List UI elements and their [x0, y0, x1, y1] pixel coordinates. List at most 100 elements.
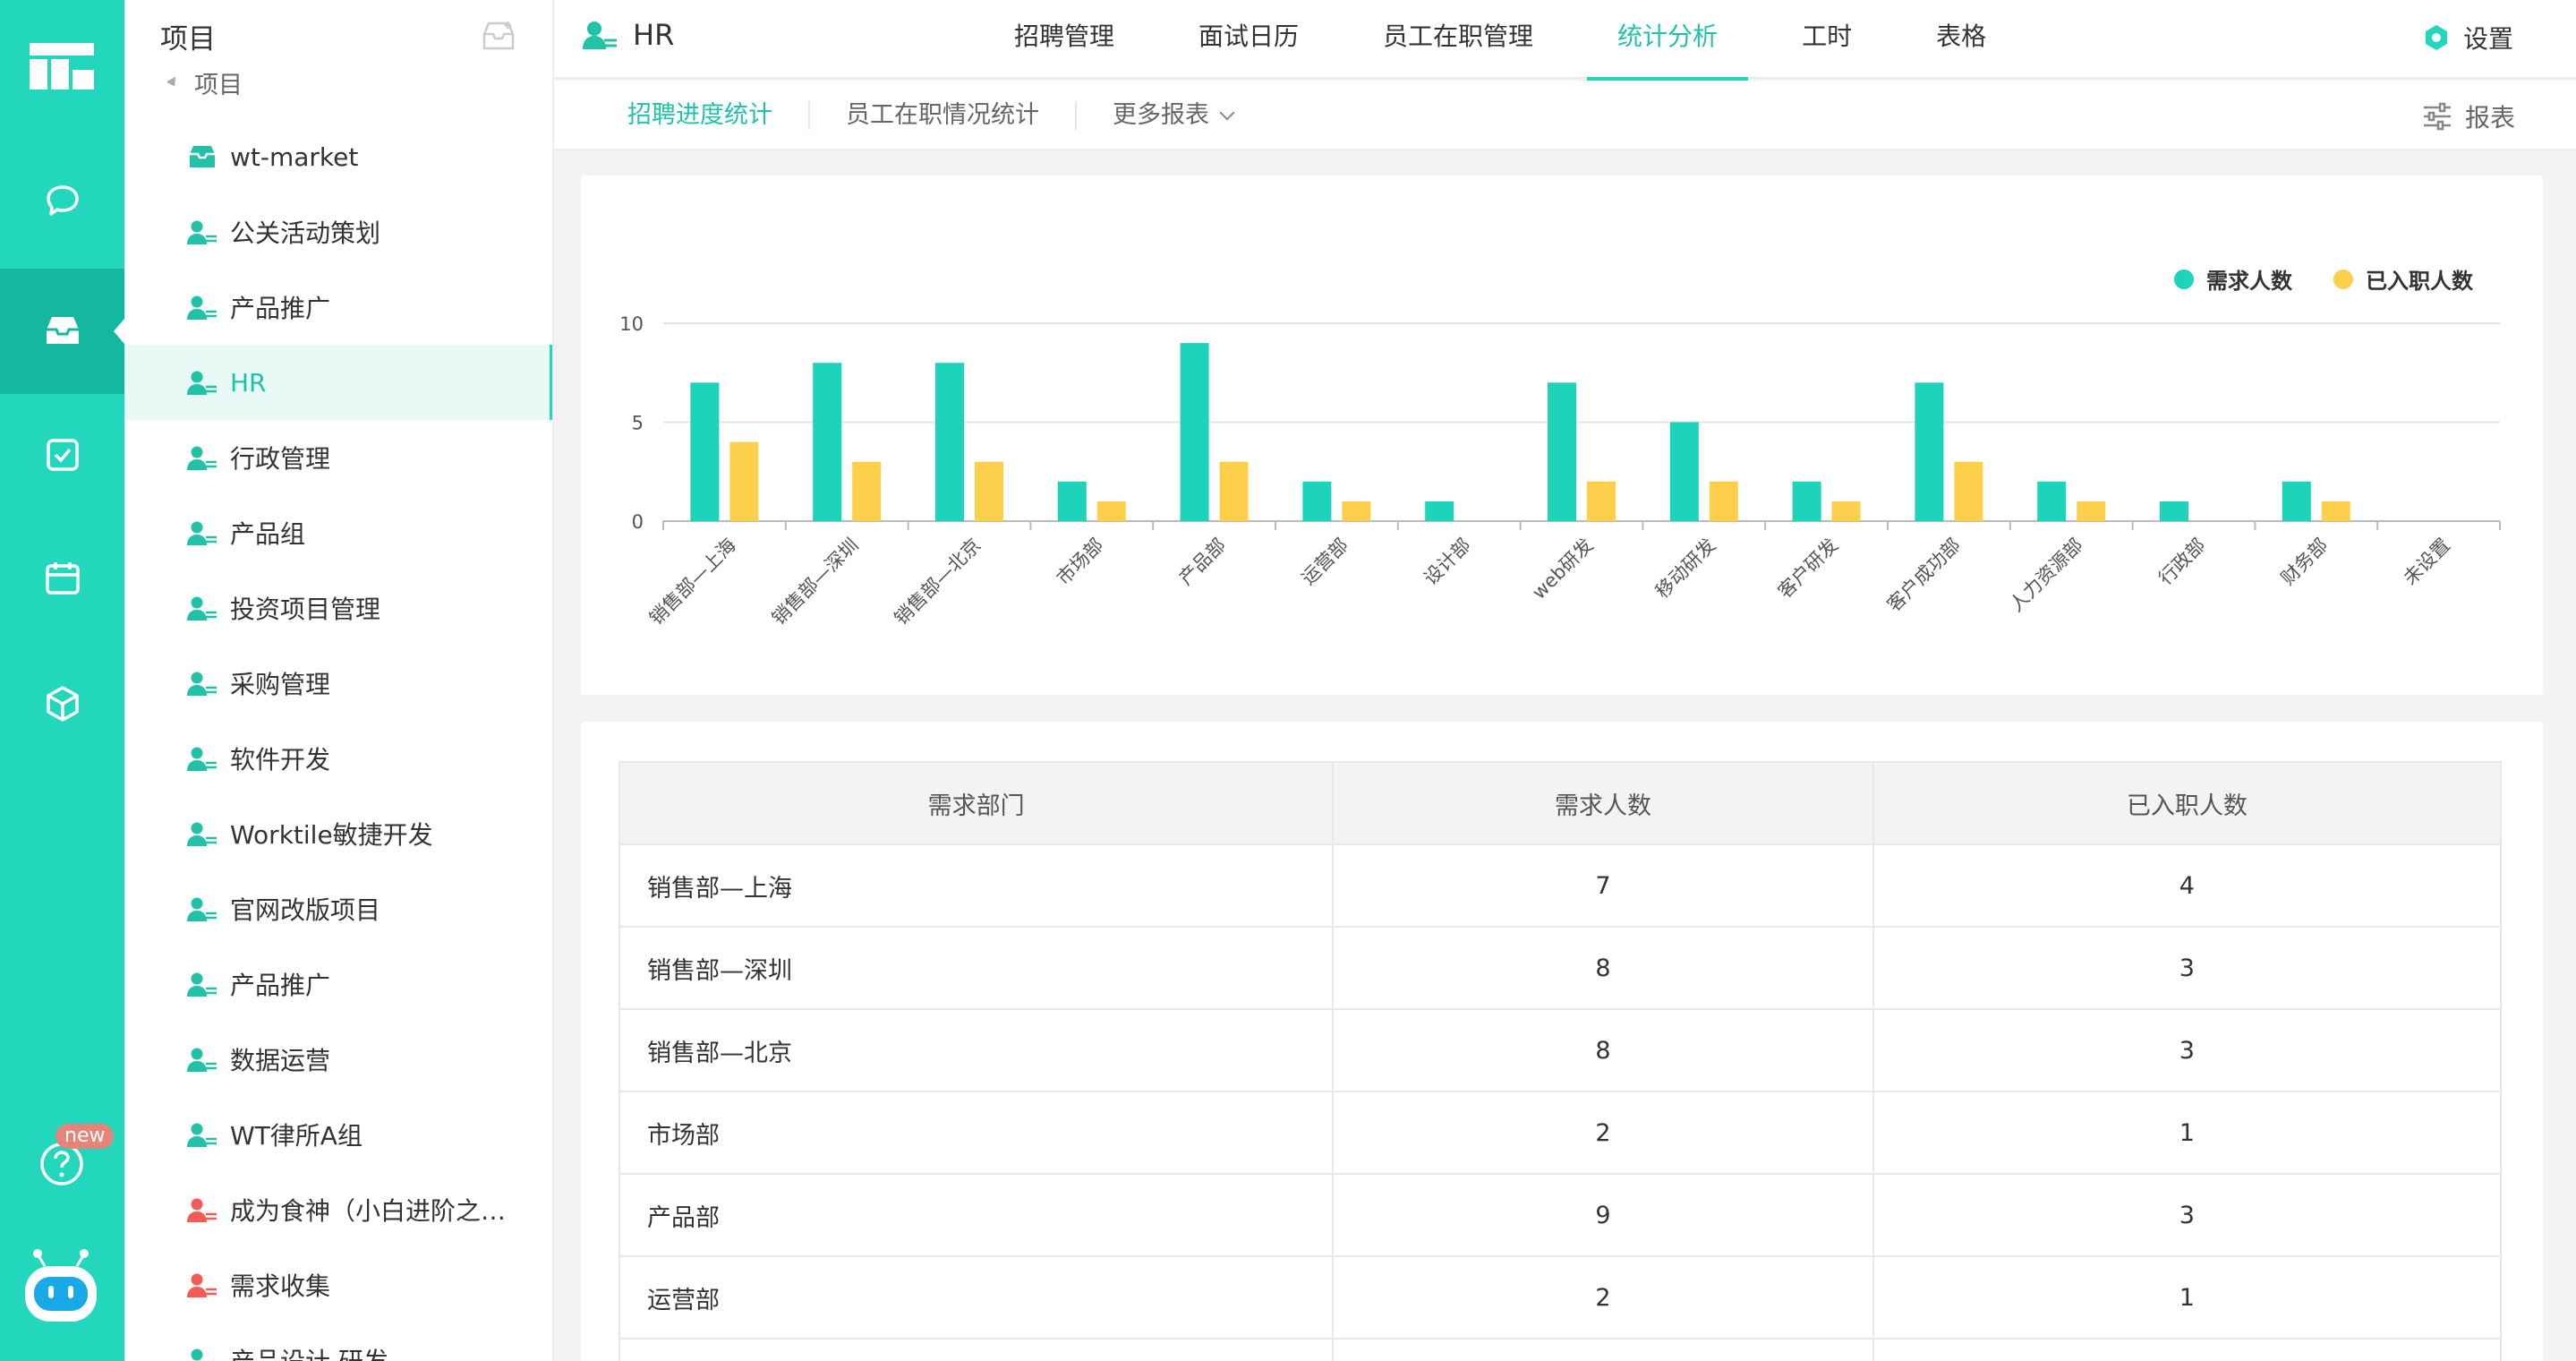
settings-label: 设置 — [2462, 24, 2513, 54]
sidebar-project-item[interactable]: 采购管理 — [124, 646, 552, 721]
column-header-hired: 已入职人数 — [1872, 761, 2503, 845]
sidebar-project-label: 产品组 — [230, 519, 306, 549]
cell-demand: 2 — [1332, 1255, 1874, 1340]
user-project-icon — [187, 672, 217, 696]
bar-hired — [2077, 501, 2106, 521]
main-tabs: 招聘管理 面试日历 员工在职管理 统计分析 工时 表格 — [984, 0, 2040, 81]
user-project-icon — [187, 220, 217, 244]
sidebar-project-item[interactable]: 产品推广 — [124, 946, 552, 1022]
project-list: wt-market 公关活动策划 产品推广 HR 行政管理 产品组 投资项目管理 采购管理 软件… — [124, 119, 552, 1361]
cell-dept: 市场部 — [618, 1091, 1335, 1175]
subtab-more-reports[interactable]: 更多报表 — [1077, 101, 1268, 130]
sidebar-project-item[interactable]: 投资项目管理 — [124, 570, 552, 646]
chart-card: 需求人数 已入职人数 0 5 10 销售部—上海 销售部—深圳 销售部—北京 市场部 产品部运… — [581, 175, 2543, 695]
sidebar-project-item[interactable]: 产品组 — [124, 495, 552, 570]
sidebar-project-label: Worktile敏捷开发 — [230, 820, 433, 850]
subtab-recruit-progress[interactable]: 招聘进度统计 — [627, 101, 810, 130]
sidebar-project-label: WT律所A组 — [230, 1121, 363, 1151]
bar-demand — [935, 363, 964, 521]
x-tick-label: 未设置 — [2400, 535, 2455, 590]
report-label: 报表 — [2464, 103, 2515, 133]
table-header-row: 需求部门 需求人数 已入职人数 — [618, 761, 2503, 845]
x-tick-label: 销售部—上海 — [645, 535, 740, 629]
hexagon-settings-icon — [2425, 25, 2447, 50]
bar-hired — [1096, 501, 1126, 521]
sidebar-project-label: 投资项目管理 — [230, 595, 381, 624]
rail-tasks[interactable] — [0, 392, 124, 518]
cell-dept: 运营部 — [618, 1255, 1335, 1340]
sidebar-project-item[interactable]: 软件开发 — [124, 721, 552, 796]
y-tick-label: 5 — [632, 413, 644, 434]
calendar-icon — [45, 562, 80, 595]
table-row: 产品部 9 3 — [618, 1173, 2503, 1257]
x-tick-label: 销售部—北京 — [890, 535, 985, 629]
report-button[interactable]: 报表 — [2422, 98, 2515, 134]
x-tick-label: web研发 — [1528, 535, 1597, 603]
cell-dept: 销售部—深圳 — [618, 926, 1335, 1010]
app-logo-icon[interactable] — [30, 43, 94, 90]
main-tab[interactable]: 表格 — [1906, 0, 2017, 79]
rail-apps[interactable] — [0, 641, 124, 766]
main-tab[interactable]: 面试日历 — [1168, 0, 1329, 79]
sidebar-project-label: 需求收集 — [230, 1271, 331, 1301]
sidebar-project-item[interactable]: WT律所A组 — [124, 1097, 552, 1172]
cell-demand: 8 — [1332, 926, 1874, 1010]
sidebar-project-item[interactable]: 需求收集 — [124, 1247, 552, 1322]
cell-hired: 4 — [1872, 843, 2503, 928]
robot-assistant-icon[interactable] — [20, 1245, 102, 1327]
user-project-icon — [187, 747, 217, 771]
user-project-icon — [187, 822, 217, 846]
cell-dept: 产品部 — [618, 1173, 1335, 1257]
rail-messages[interactable] — [0, 140, 124, 265]
bar-demand — [813, 363, 842, 521]
project-sidebar: 项目 项目 wt-market 公关活动策划 产品推广 HR 行政管理 产品组 投资项目管理… — [124, 0, 554, 1361]
main-tab[interactable]: 员工在职管理 — [1352, 0, 1564, 79]
inbox-icon — [46, 317, 79, 344]
recruit-table: 需求部门 需求人数 已入职人数 销售部—上海 7 4 销售部—深圳 8 3 销售部—北京 8 3… — [618, 761, 2503, 1361]
main-tab[interactable]: 统计分析 — [1587, 0, 1749, 81]
user-project-icon — [187, 446, 217, 470]
user-project-icon — [187, 897, 217, 921]
sidebar-project-item[interactable]: 官网改版项目 — [124, 871, 552, 946]
sidebar-project-label: 产品推广 — [230, 294, 331, 323]
sidebar-project-label: 采购管理 — [230, 670, 331, 699]
sub-nav: 招聘进度统计 员工在职情况统计 更多报表 报表 — [554, 81, 2576, 150]
sidebar-project-item[interactable]: 数据运营 — [124, 1022, 552, 1097]
sidebar-project-item[interactable]: 产品推广 — [124, 270, 552, 345]
bar-hired — [1342, 501, 1371, 521]
bar-hired — [975, 461, 1003, 521]
cell-hired: 3 — [1872, 1173, 2503, 1257]
sidebar-project-item[interactable]: HR — [124, 345, 552, 420]
bar-demand — [1792, 481, 1821, 521]
rail-calendar[interactable] — [0, 516, 124, 641]
sidebar-project-item[interactable]: wt-market — [124, 119, 552, 194]
column-header-dept: 需求部门 — [618, 761, 1335, 845]
project-group-header[interactable]: 项目 — [167, 66, 243, 98]
table-row: 销售部—北京 8 3 — [618, 1008, 2503, 1092]
main-area: HR 招聘管理 面试日历 员工在职管理 统计分析 工时 表格 设置 招聘进度统计 员工在职… — [554, 0, 2576, 1361]
settings-button[interactable]: 设置 — [2422, 20, 2513, 56]
x-tick-label: 行政部 — [2154, 535, 2210, 590]
chat-icon — [46, 185, 79, 216]
sidebar-project-item[interactable]: 产品设计 研发 — [124, 1322, 552, 1361]
sidebar-project-item[interactable]: Worktile敏捷开发 — [124, 796, 552, 871]
cell-demand: 1 — [1332, 1338, 1874, 1361]
bar-demand — [1180, 343, 1209, 521]
bar-demand — [1915, 382, 1944, 521]
rail-projects[interactable] — [0, 269, 124, 394]
sidebar-project-item[interactable]: 行政管理 — [124, 420, 552, 495]
table-row: 市场部 2 1 — [618, 1091, 2503, 1175]
archive-box-icon[interactable] — [481, 20, 516, 52]
bar-hired — [1831, 501, 1861, 521]
sidebar-project-label: 成为食神（小白进阶之… — [230, 1196, 507, 1226]
user-project-icon — [187, 596, 217, 621]
check-square-icon — [46, 439, 79, 471]
bar-demand — [1548, 382, 1576, 521]
sidebar-project-item[interactable]: 公关活动策划 — [124, 194, 552, 270]
cell-demand: 2 — [1332, 1091, 1874, 1175]
subtab-employee-status[interactable]: 员工在职情况统计 — [810, 101, 1077, 130]
main-tab[interactable]: 招聘管理 — [984, 0, 1145, 79]
table-row: 销售部—深圳 8 3 — [618, 926, 2503, 1010]
sidebar-project-item[interactable]: 成为食神（小白进阶之… — [124, 1172, 552, 1247]
main-tab[interactable]: 工时 — [1771, 0, 1882, 79]
